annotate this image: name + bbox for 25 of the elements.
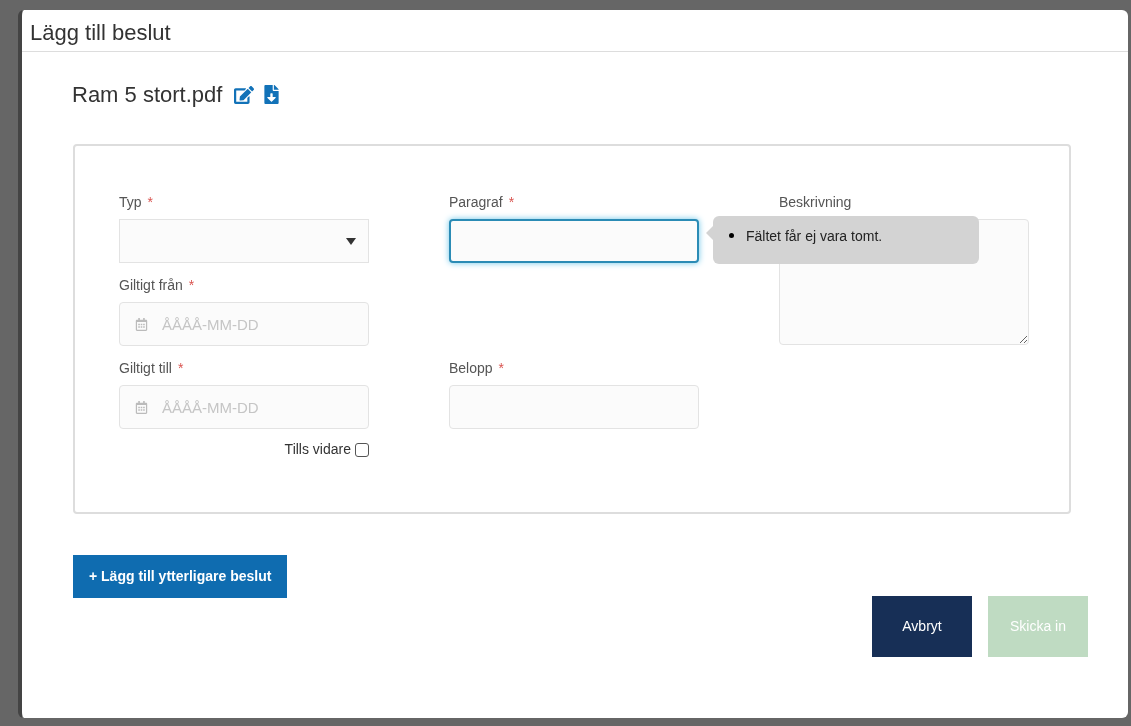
checkbox-label: Tills vidare xyxy=(284,440,351,459)
add-decision-button[interactable]: + Lägg till ytterligare beslut xyxy=(73,555,288,598)
edit-icon[interactable] xyxy=(234,84,255,105)
field-label: Paragraf xyxy=(449,193,503,212)
error-message: Fältet får ej vara tomt. xyxy=(746,227,883,246)
field-label: Belopp xyxy=(449,359,493,378)
field-label: Typ xyxy=(119,193,142,212)
required-asterisk: * xyxy=(188,276,195,295)
required-asterisk: * xyxy=(508,193,515,212)
text-field[interactable] xyxy=(449,219,699,263)
caret-icon xyxy=(346,237,356,245)
field-label: Giltigt till xyxy=(119,359,172,378)
bullet-icon xyxy=(729,233,734,238)
field-label: Beskrivning xyxy=(779,193,852,212)
calendar-icon xyxy=(135,401,148,414)
calendar-icon xyxy=(135,318,148,331)
required-asterisk: * xyxy=(147,193,154,212)
checkbox[interactable] xyxy=(355,442,369,457)
required-asterisk: * xyxy=(177,359,184,378)
file-download-icon[interactable] xyxy=(262,85,282,104)
required-asterisk: * xyxy=(498,359,505,378)
dialog-title: Lägg till beslut xyxy=(30,19,171,47)
field-label: Giltigt från xyxy=(119,276,183,295)
file-name: Ram 5 stort.pdf xyxy=(72,81,223,109)
cancel-button[interactable]: Avbryt xyxy=(872,596,972,657)
